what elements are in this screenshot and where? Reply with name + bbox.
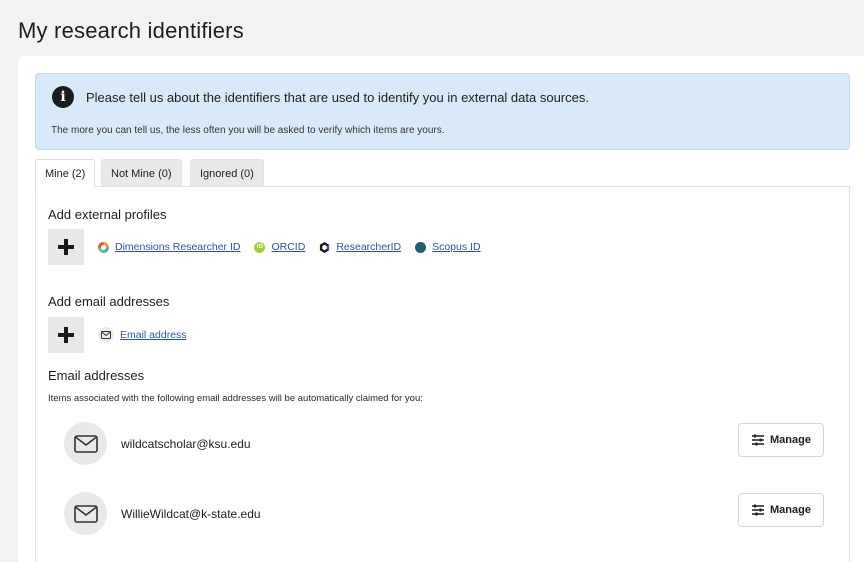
info-sub-text: The more you can tell us, the less often… bbox=[51, 125, 445, 136]
email-row: WillieWildcat@k-state.edu Manage bbox=[64, 492, 824, 536]
plus-icon bbox=[58, 327, 74, 343]
info-banner: i Please tell us about the identifiers t… bbox=[35, 73, 850, 150]
page-title: My research identifiers bbox=[18, 18, 244, 43]
tab-not-mine[interactable]: Not Mine (0) bbox=[101, 159, 182, 187]
add-email-button[interactable] bbox=[48, 317, 84, 353]
add-email-heading: Add email addresses bbox=[48, 294, 170, 309]
email-addresses-heading: Email addresses bbox=[48, 368, 145, 383]
envelope-icon bbox=[98, 327, 114, 343]
tab-panel-mine: Add external profiles Dimensions Researc… bbox=[35, 186, 850, 562]
manage-button[interactable]: Manage bbox=[738, 493, 824, 527]
envelope-icon bbox=[64, 492, 107, 535]
add-external-profile-button[interactable] bbox=[48, 229, 84, 265]
info-icon: i bbox=[52, 86, 74, 108]
orcid-icon: iD bbox=[254, 241, 266, 253]
email-row: wildcatscholar@ksu.edu Manage bbox=[64, 422, 824, 466]
dimensions-link[interactable]: Dimensions Researcher ID bbox=[98, 241, 240, 253]
dimensions-icon bbox=[98, 241, 109, 253]
plus-icon bbox=[58, 239, 74, 255]
external-profile-links: Dimensions Researcher ID iD ORCID Resear… bbox=[98, 241, 495, 253]
email-address-text: wildcatscholar@ksu.edu bbox=[121, 437, 251, 451]
scopus-icon bbox=[415, 241, 427, 253]
orcid-link[interactable]: iD ORCID bbox=[254, 241, 305, 253]
email-address-link[interactable]: Email address bbox=[98, 327, 187, 343]
identifiers-card: i Please tell us about the identifiers t… bbox=[18, 56, 864, 562]
manage-button[interactable]: Manage bbox=[738, 423, 824, 457]
sliders-icon bbox=[752, 504, 765, 516]
envelope-icon bbox=[64, 422, 107, 465]
info-main-text: Please tell us about the identifiers tha… bbox=[86, 90, 589, 105]
tab-ignored[interactable]: Ignored (0) bbox=[190, 159, 264, 187]
researcherid-link[interactable]: ResearcherID bbox=[319, 241, 401, 253]
tab-mine[interactable]: Mine (2) bbox=[35, 159, 96, 187]
email-address-text: WillieWildcat@k-state.edu bbox=[121, 507, 261, 521]
email-helper-text: Items associated with the following emai… bbox=[48, 393, 423, 404]
sliders-icon bbox=[752, 434, 765, 446]
scopus-link[interactable]: Scopus ID bbox=[415, 241, 481, 253]
researcherid-icon bbox=[320, 241, 330, 253]
external-profiles-heading: Add external profiles bbox=[48, 207, 167, 222]
